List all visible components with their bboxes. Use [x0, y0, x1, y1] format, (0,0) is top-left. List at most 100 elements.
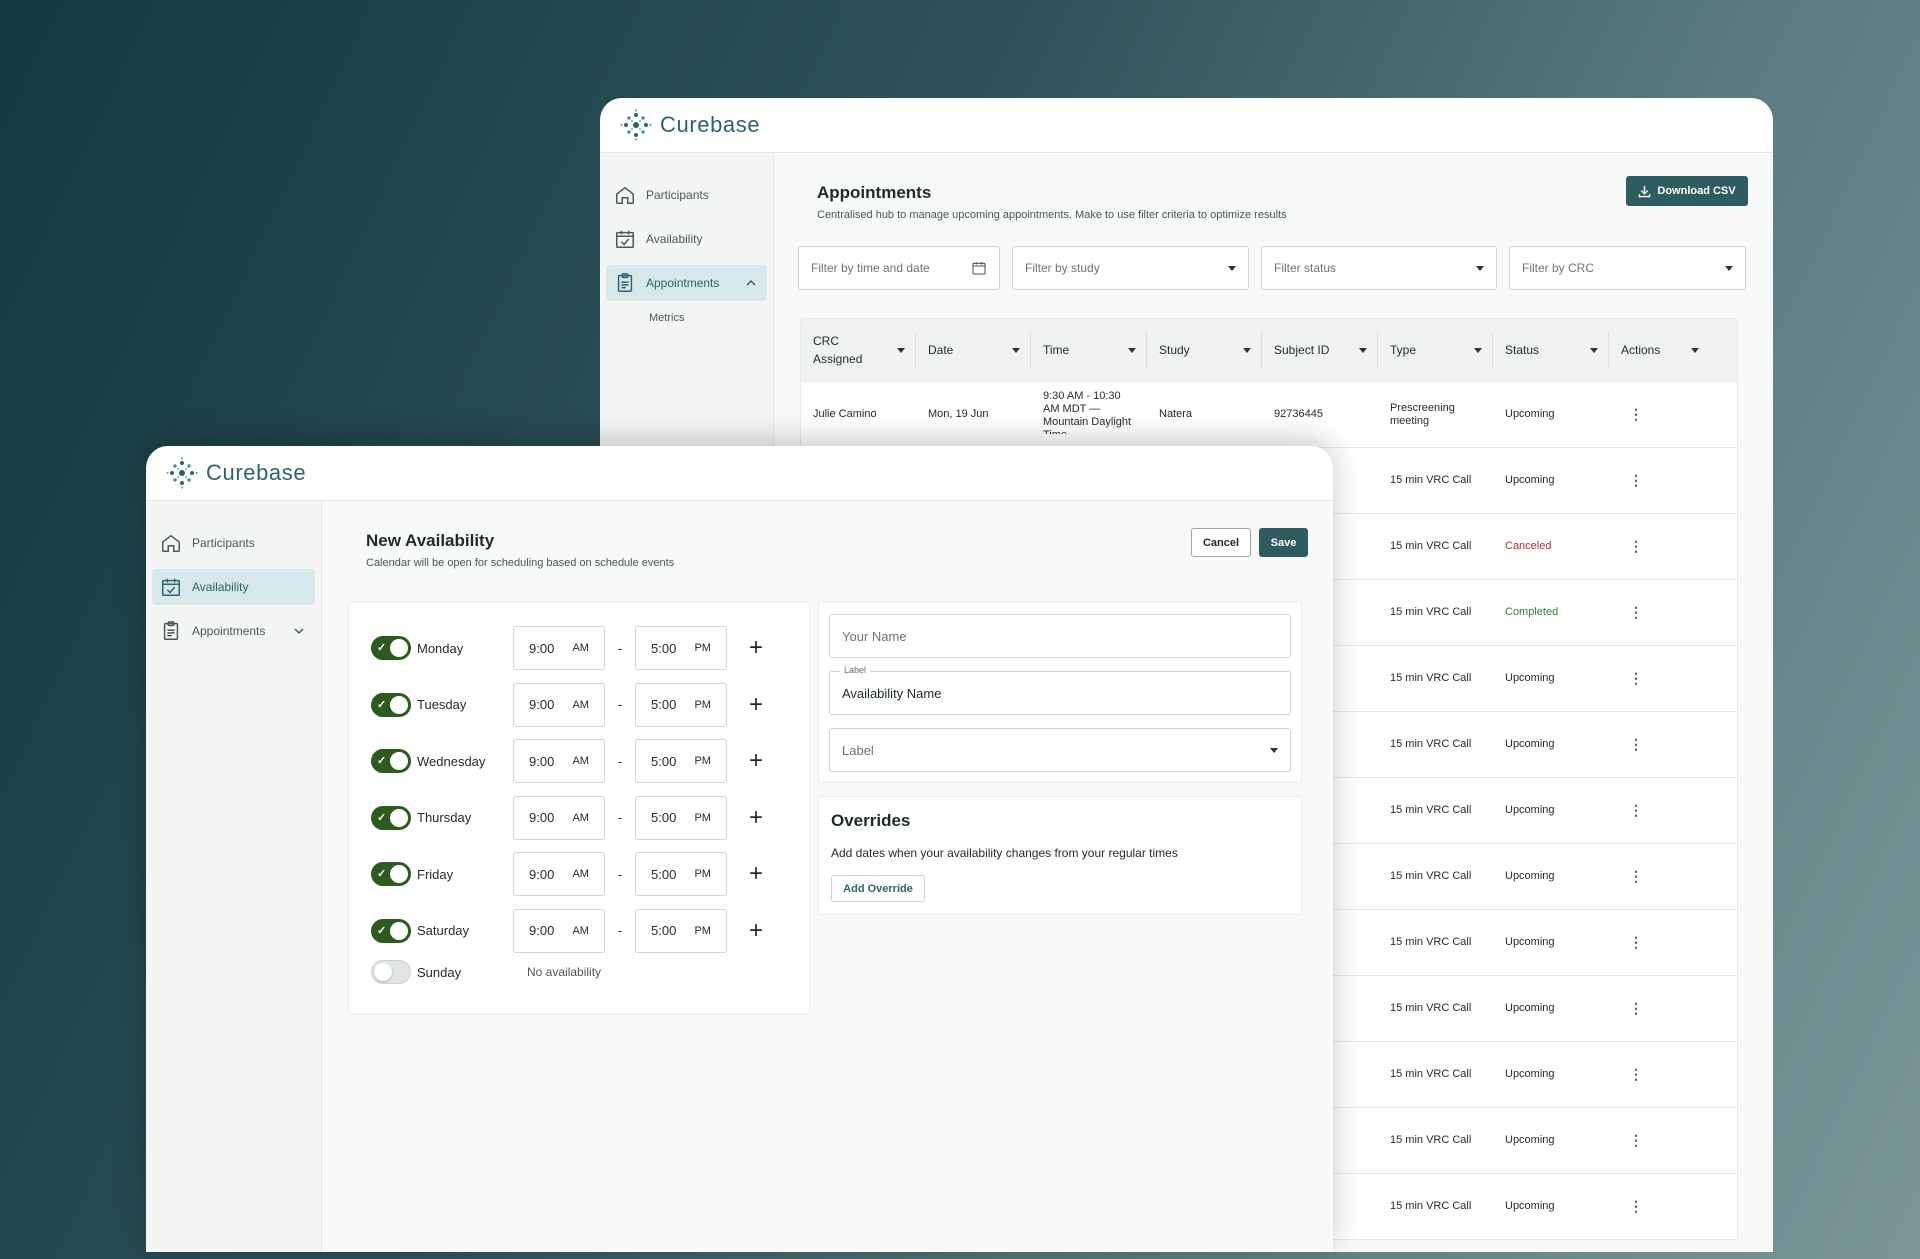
column-header-time[interactable]: Time: [1031, 332, 1147, 368]
sidebar-item-appointments[interactable]: Appointments: [606, 265, 767, 301]
end-time-period[interactable]: PM: [694, 868, 711, 880]
more-vertical-icon[interactable]: ⋮: [1629, 539, 1643, 554]
start-time-input[interactable]: 9:00 AM: [513, 908, 605, 953]
your-name-field[interactable]: Your Name: [829, 614, 1291, 658]
sidebar-item-availability[interactable]: Availability: [152, 569, 315, 605]
more-vertical-icon[interactable]: ⋮: [1629, 407, 1643, 422]
end-time-period[interactable]: PM: [694, 755, 711, 767]
end-time-period[interactable]: PM: [694, 642, 711, 654]
start-time-period[interactable]: AM: [572, 868, 589, 880]
chevron-up-icon[interactable]: [745, 277, 757, 289]
more-vertical-icon[interactable]: ⋮: [1629, 737, 1643, 752]
cell-status: Upcoming: [1505, 1200, 1555, 1212]
more-vertical-icon[interactable]: ⋮: [1629, 1067, 1643, 1082]
download-csv-button[interactable]: Download CSV: [1626, 176, 1748, 206]
sidebar-item-participants[interactable]: Participants: [606, 177, 767, 213]
plus-icon[interactable]: +: [749, 749, 763, 773]
day-toggle[interactable]: [371, 960, 411, 984]
more-vertical-icon[interactable]: ⋮: [1629, 1001, 1643, 1016]
day-toggle[interactable]: ✓: [371, 805, 411, 830]
row-actions[interactable]: ⋮: [1609, 869, 1709, 885]
cancel-button[interactable]: Cancel: [1191, 528, 1251, 557]
end-time-input[interactable]: 5:00 PM: [635, 739, 727, 783]
curebase-logo[interactable]: Curebase: [620, 109, 760, 141]
start-time-input[interactable]: 9:00 AM: [513, 852, 605, 896]
day-toggle[interactable]: ✓: [371, 862, 411, 886]
start-time-period[interactable]: AM: [572, 642, 589, 654]
column-header-subject-id[interactable]: Subject ID: [1262, 332, 1378, 368]
curebase-logo[interactable]: Curebase: [166, 457, 306, 489]
start-time-period[interactable]: AM: [572, 699, 589, 711]
sidebar-item-availability[interactable]: Availability: [606, 221, 767, 257]
more-vertical-icon[interactable]: ⋮: [1629, 803, 1643, 818]
check-icon: ✓: [377, 755, 387, 767]
more-vertical-icon[interactable]: ⋮: [1629, 935, 1643, 950]
more-vertical-icon[interactable]: ⋮: [1629, 605, 1643, 620]
row-actions[interactable]: ⋮: [1609, 539, 1709, 555]
filter-study[interactable]: Filter by study: [1012, 246, 1249, 290]
row-actions[interactable]: ⋮: [1609, 803, 1709, 819]
row-actions[interactable]: ⋮: [1609, 737, 1709, 753]
row-actions[interactable]: ⋮: [1609, 1199, 1709, 1215]
filter-crc[interactable]: Filter by CRC: [1509, 246, 1746, 290]
plus-icon[interactable]: +: [749, 805, 763, 830]
start-time-input[interactable]: 9:00 AM: [513, 626, 605, 670]
save-button[interactable]: Save: [1259, 528, 1308, 557]
end-time-input[interactable]: 5:00 PM: [635, 795, 727, 840]
more-vertical-icon[interactable]: ⋮: [1629, 1133, 1643, 1148]
start-time-input[interactable]: 9:00 AM: [513, 739, 605, 783]
day-toggle[interactable]: ✓: [371, 692, 411, 717]
start-time-period[interactable]: AM: [572, 755, 589, 767]
start-time-input[interactable]: 9:00 AM: [513, 682, 605, 727]
app-header: Curebase: [146, 446, 1333, 501]
start-time-input[interactable]: 9:00 AM: [513, 795, 605, 840]
more-vertical-icon[interactable]: ⋮: [1629, 1199, 1643, 1214]
end-time-input[interactable]: 5:00 PM: [635, 626, 727, 670]
end-time-input[interactable]: 5:00 PM: [635, 908, 727, 953]
end-time-period[interactable]: PM: [694, 699, 711, 711]
column-header-crc[interactable]: CRC Assigned: [801, 332, 916, 368]
filter-time-date[interactable]: Filter by time and date: [798, 246, 1000, 290]
row-actions[interactable]: ⋮: [1609, 1133, 1709, 1149]
column-header-date[interactable]: Date: [916, 332, 1031, 368]
row-actions[interactable]: ⋮: [1609, 605, 1709, 621]
day-toggle[interactable]: ✓: [371, 636, 411, 660]
column-header-status[interactable]: Status: [1493, 332, 1609, 368]
sidebar-item-participants[interactable]: Participants: [152, 525, 315, 561]
plus-icon[interactable]: +: [749, 918, 763, 943]
more-vertical-icon[interactable]: ⋮: [1629, 473, 1643, 488]
plus-icon[interactable]: +: [749, 862, 763, 886]
availability-name-field[interactable]: Label Availability Name: [829, 665, 1291, 715]
column-header-actions[interactable]: Actions: [1609, 332, 1709, 368]
filter-status[interactable]: Filter status: [1261, 246, 1497, 290]
end-time-period[interactable]: PM: [694, 925, 711, 937]
day-toggle[interactable]: ✓: [371, 749, 411, 773]
add-override-button[interactable]: Add Override: [831, 875, 925, 902]
end-time-period[interactable]: PM: [694, 812, 711, 824]
more-vertical-icon[interactable]: ⋮: [1629, 671, 1643, 686]
row-actions[interactable]: ⋮: [1609, 935, 1709, 951]
row-actions[interactable]: ⋮: [1609, 1001, 1709, 1017]
row-actions[interactable]: ⋮: [1609, 473, 1709, 489]
caret-down-icon: [1359, 348, 1367, 353]
sidebar-item-metrics[interactable]: Metrics: [606, 305, 773, 331]
start-time-period[interactable]: AM: [572, 925, 589, 937]
row-actions[interactable]: ⋮: [1609, 671, 1709, 687]
more-vertical-icon[interactable]: ⋮: [1629, 869, 1643, 884]
start-time-period[interactable]: AM: [572, 812, 589, 824]
label-select[interactable]: Label: [829, 728, 1291, 772]
end-time-input[interactable]: 5:00 PM: [635, 682, 727, 727]
calendar-check-icon: [162, 578, 180, 596]
day-toggle[interactable]: ✓: [371, 918, 411, 943]
row-actions[interactable]: ⋮: [1609, 407, 1709, 423]
row-actions[interactable]: ⋮: [1609, 1067, 1709, 1083]
sidebar-item-appointments[interactable]: Appointments: [152, 613, 315, 649]
time-separator: -: [617, 640, 623, 656]
table-row[interactable]: Julie Camino Mon, 19 Jun 9:30 AM - 10:30…: [801, 381, 1737, 447]
column-header-study[interactable]: Study: [1147, 332, 1262, 368]
end-time-input[interactable]: 5:00 PM: [635, 852, 727, 896]
column-header-type[interactable]: Type: [1378, 332, 1493, 368]
chevron-down-icon[interactable]: [293, 625, 305, 637]
plus-icon[interactable]: +: [749, 636, 763, 660]
plus-icon[interactable]: +: [749, 692, 763, 717]
